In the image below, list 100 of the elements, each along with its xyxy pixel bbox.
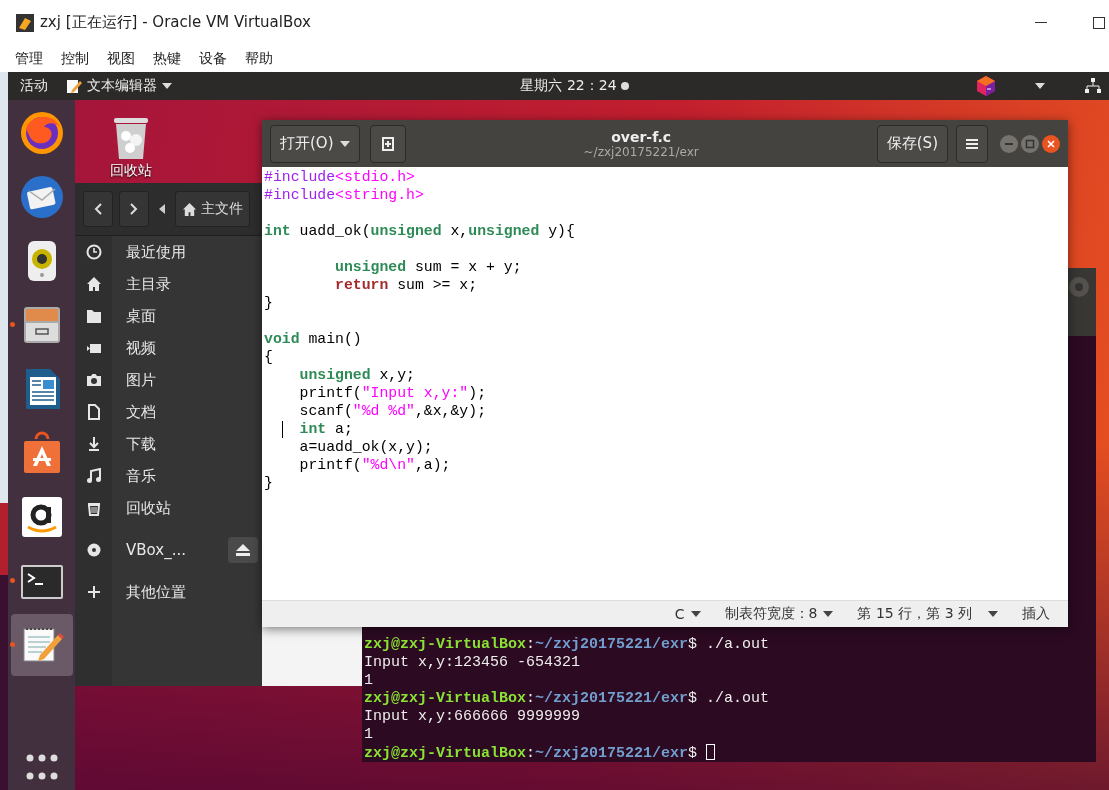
sidebar-item[interactable]: 视频 xyxy=(126,338,262,358)
close-icon[interactable] xyxy=(1042,134,1060,153)
speaker-icon xyxy=(27,241,56,281)
disc-icon xyxy=(87,543,100,557)
code-line: { xyxy=(264,348,274,366)
eject-button[interactable] xyxy=(228,537,258,563)
menu-item[interactable]: 管理 xyxy=(15,49,43,68)
document-icon xyxy=(25,369,60,409)
code-line: a=uadd_ok(x,y); xyxy=(298,438,434,456)
home-icon xyxy=(182,201,197,217)
download-icon xyxy=(87,436,100,451)
clock[interactable]: 星期六 22：24 xyxy=(520,77,617,95)
sidebar-item[interactable]: 图片 xyxy=(126,370,262,390)
video-camera-icon xyxy=(86,344,101,353)
menu-item[interactable]: 帮助 xyxy=(245,49,273,68)
sidebar-item[interactable]: 主目录 xyxy=(126,274,262,294)
app-menu[interactable]: 文本编辑器 xyxy=(66,77,172,95)
menu-button[interactable] xyxy=(956,124,988,163)
letter-a-icon xyxy=(21,497,62,537)
trash-can-icon[interactable] xyxy=(112,116,150,160)
new-document-button[interactable] xyxy=(369,124,406,163)
running-indicator xyxy=(9,642,15,647)
running-indicator xyxy=(9,578,15,583)
sidebar-item[interactable]: 桌面 xyxy=(126,306,262,326)
code-line: printf("%d\n",a); xyxy=(298,456,452,474)
menu-item[interactable]: 设备 xyxy=(199,49,227,68)
code-line: int a; xyxy=(264,420,1068,438)
code-line: void main() xyxy=(264,330,363,348)
notepad-pencil-icon xyxy=(23,628,64,662)
network-icon[interactable] xyxy=(1085,78,1101,94)
file-cabinet-icon xyxy=(23,307,60,343)
tab-width-selector[interactable]: 制表符宽度：8 xyxy=(716,605,842,623)
code-line: #include<stdio.h> xyxy=(264,168,416,186)
sidebar-item[interactable]: 其他位置 xyxy=(126,582,262,602)
home-icon xyxy=(86,277,101,291)
document-title: over-f.c xyxy=(611,128,672,145)
running-indicator xyxy=(9,322,15,327)
code-line: return sum >= x; xyxy=(334,276,479,294)
shopping-bag-icon xyxy=(23,431,60,473)
chevron-right-icon xyxy=(130,203,138,215)
sidebar-item[interactable]: 回收站 xyxy=(126,498,262,518)
code-line: printf("Input x,y:"); xyxy=(298,384,487,402)
notification-dot xyxy=(620,82,629,90)
minimize-icon[interactable] xyxy=(1035,21,1047,24)
forward-button[interactable] xyxy=(119,191,149,227)
eject-icon xyxy=(236,544,250,556)
open-button[interactable]: 打开(O) xyxy=(270,124,360,163)
activities-button[interactable]: 活动 xyxy=(20,77,48,95)
save-button[interactable]: 保存(S) xyxy=(876,124,948,163)
sidebar-item[interactable]: VBox_... xyxy=(126,541,228,559)
language-selector[interactable]: C xyxy=(666,606,709,622)
code-line: unsigned sum = x + y; xyxy=(334,258,523,276)
menu-item[interactable]: 控制 xyxy=(61,49,89,68)
music-note-icon xyxy=(86,468,101,483)
caret-icon xyxy=(339,140,350,147)
cube-logo-icon xyxy=(16,13,34,32)
code-line: } xyxy=(264,474,274,492)
sidebar-item[interactable]: 最近使用 xyxy=(126,242,262,262)
menu-icon xyxy=(966,137,978,150)
window-title: zxj [正在运行] - Oracle VM VirtualBox xyxy=(40,13,312,32)
code-line: unsigned x,y; xyxy=(298,366,416,384)
document-plus-icon xyxy=(379,135,396,152)
triangle-left-icon[interactable] xyxy=(159,204,165,214)
terminal-line: zxj@zxj-VirtualBox:~/zxj20175221/exr$ xyxy=(364,744,1096,762)
camera-icon xyxy=(86,374,101,386)
code-line: #include<string.h> xyxy=(264,186,425,204)
chevron-left-icon xyxy=(94,203,102,215)
mail-icon xyxy=(20,176,63,218)
notepad-icon xyxy=(66,78,82,94)
clock-icon xyxy=(86,244,101,260)
menu-item[interactable]: 热键 xyxy=(153,49,181,68)
code-line: scanf("%d %d",&x,&y); xyxy=(298,402,487,420)
document-path: ~/zxj20175221/exr xyxy=(583,144,699,159)
back-button[interactable] xyxy=(83,191,113,227)
terminal-line: zxj@zxj-VirtualBox:~/zxj20175221/exr$ ./a.out xyxy=(364,690,771,708)
desktop-icon-label[interactable]: 回收站 xyxy=(110,162,152,180)
sidebar-item[interactable]: 下载 xyxy=(126,434,262,454)
maximize-icon[interactable] xyxy=(1093,16,1105,29)
terminal-line: Input x,y:666666 9999999 xyxy=(364,708,582,726)
caret-icon xyxy=(162,83,172,89)
menu-item[interactable]: 视图 xyxy=(107,49,135,68)
caret-icon xyxy=(823,611,834,617)
terminal-line: 1 xyxy=(364,726,374,744)
terminal-line: zxj@zxj-VirtualBox:~/zxj20175221/exr$ ./a.out xyxy=(364,636,771,654)
terminal-line: Input x,y:123456 -654321 xyxy=(364,654,582,672)
dock-item[interactable] xyxy=(10,614,73,676)
cube-app-icon[interactable] xyxy=(977,76,995,96)
caret-icon xyxy=(690,611,701,617)
document-icon xyxy=(87,404,100,420)
trash-icon xyxy=(86,503,101,516)
caret-icon xyxy=(988,611,998,617)
sidebar-item[interactable]: 音乐 xyxy=(126,466,262,486)
path-button[interactable]: 主文件 xyxy=(175,191,250,227)
code-line: int uadd_ok(unsigned x,unsigned y){ xyxy=(264,222,576,240)
plus-icon xyxy=(86,585,101,599)
terminal-line: 1 xyxy=(364,672,374,690)
sidebar-item[interactable]: 文档 xyxy=(126,402,262,422)
caret-icon xyxy=(1035,83,1045,89)
terminal-icon xyxy=(20,565,63,599)
cursor-position[interactable]: 第 15 行，第 3 列 xyxy=(849,605,1006,623)
